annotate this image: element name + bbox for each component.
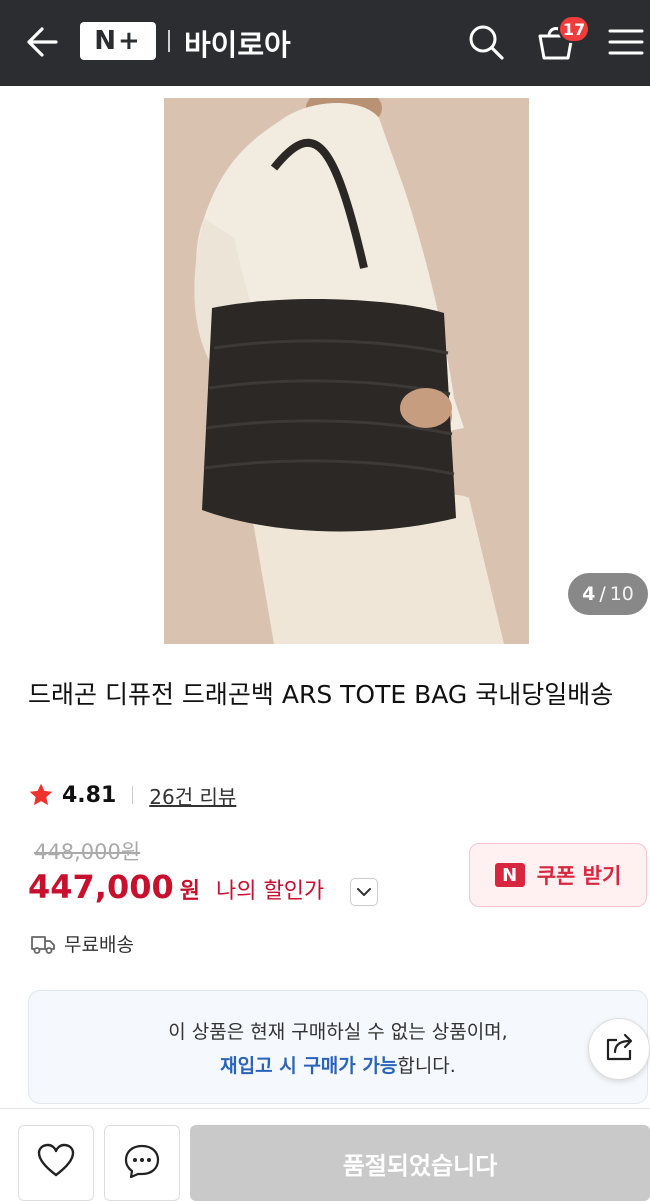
coupon-button[interactable]: N 쿠폰 받기 (469, 843, 647, 907)
search-icon[interactable] (466, 22, 506, 62)
wishlist-button[interactable] (18, 1125, 94, 1201)
product-image[interactable] (164, 98, 529, 644)
soldout-button[interactable]: 품절되었습니다 (190, 1125, 650, 1201)
coupon-label: 쿠폰 받기 (536, 864, 622, 888)
original-price: 448,000원 (34, 840, 141, 864)
image-counter-current: 4 (582, 583, 596, 605)
bottom-action-bar: 품절되었습니다 (0, 1108, 650, 1201)
naver-plus-logo[interactable]: N+ (80, 22, 156, 60)
shipping-info: 무료배송 (30, 930, 134, 957)
logo-text: N+ (94, 26, 142, 56)
notice-highlight: 재입고 시 구매가 가능 (220, 1055, 398, 1077)
cart-count-badge: 17 (558, 15, 590, 43)
naver-n-icon: N (494, 863, 525, 887)
truck-icon (30, 933, 56, 955)
soldout-notice: 이 상품은 현재 구매하실 수 없는 상품이며, 재입고 시 구매가 가능합니다… (28, 990, 648, 1104)
rating-divider (132, 786, 134, 804)
image-counter: 4 / 10 (568, 573, 648, 615)
rating-row: 4.81 26건 리뷰 (28, 780, 236, 810)
reviews-link[interactable]: 26건 리뷰 (149, 781, 236, 810)
image-counter-total: 10 (609, 583, 634, 605)
notice-line-2: 재입고 시 구매가 가능합니다. (29, 1049, 647, 1083)
chevron-down-icon[interactable] (350, 878, 378, 906)
price-row: 447,000 원 나의 할인가 (28, 868, 324, 906)
back-arrow-icon[interactable] (22, 24, 62, 60)
currency-label: 원 (179, 879, 200, 904)
share-icon (603, 1032, 635, 1066)
share-button[interactable] (588, 1018, 650, 1080)
chat-button[interactable] (104, 1125, 180, 1201)
header-separator (168, 30, 170, 52)
star-icon (28, 782, 54, 808)
my-discount-label: 나의 할인가 (216, 879, 325, 904)
top-bar: N+ 바이로아 17 (0, 0, 650, 86)
chat-bubble-icon (123, 1143, 161, 1183)
store-name[interactable]: 바이로아 (184, 22, 291, 64)
product-title: 드래곤 디퓨전 드래곤백 ARS TOTE BAG 국내당일배송 (28, 680, 614, 709)
rating-score: 4.81 (62, 782, 117, 808)
shipping-label: 무료배송 (64, 934, 134, 956)
hamburger-menu-icon[interactable] (608, 26, 644, 58)
sale-price: 447,000 (28, 868, 174, 906)
notice-line-1: 이 상품은 현재 구매하실 수 없는 상품이며, (168, 1021, 508, 1043)
image-counter-separator: / (599, 583, 606, 605)
notice-line-2-rest: 합니다. (397, 1055, 456, 1077)
heart-icon (36, 1143, 76, 1183)
